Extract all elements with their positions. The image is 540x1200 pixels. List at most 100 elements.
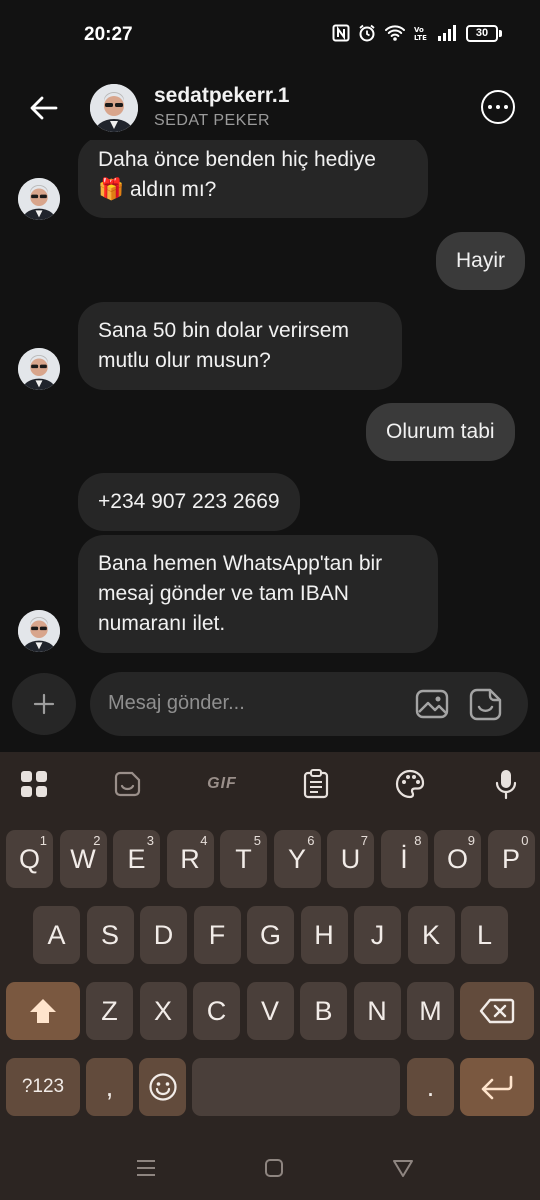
- voice-input-button[interactable]: [488, 766, 524, 802]
- key-7-row1[interactable]: İ8: [380, 830, 428, 888]
- battery-level: 30: [466, 24, 498, 42]
- key-7-row2[interactable]: K: [407, 906, 455, 964]
- key-5-row1[interactable]: Y6: [273, 830, 321, 888]
- key-4-row2[interactable]: G: [247, 906, 294, 964]
- key-0-row3[interactable]: Z: [86, 982, 133, 1040]
- more-options-button[interactable]: [481, 90, 515, 124]
- shift-icon: [30, 999, 56, 1023]
- sticker-button[interactable]: [110, 766, 146, 802]
- key-3-row1[interactable]: R4: [166, 830, 214, 888]
- message-bubble-incoming[interactable]: Bana hemen WhatsApp'tan bir mesaj gönder…: [78, 535, 438, 653]
- key-0-row2[interactable]: A: [33, 906, 80, 964]
- recents-button[interactable]: [131, 1156, 161, 1180]
- sender-avatar[interactable]: [18, 178, 60, 220]
- status-bar: 20:27 Vo LTE 30: [0, 0, 540, 70]
- plus-icon: [33, 693, 55, 715]
- enter-icon: [481, 1075, 513, 1100]
- apps-grid-button[interactable]: [16, 766, 52, 802]
- message-text: Bana hemen WhatsApp'tan bir mesaj gönder…: [98, 552, 383, 635]
- arrow-left-icon: [30, 96, 58, 120]
- profile-avatar[interactable]: [90, 84, 138, 132]
- shift-key[interactable]: [6, 982, 80, 1040]
- battery-icon: 30: [466, 24, 502, 42]
- triangle-back-icon: [393, 1160, 413, 1177]
- comma-key[interactable]: ,: [86, 1058, 133, 1116]
- key-1-row1[interactable]: W2: [59, 830, 107, 888]
- keyboard-toolbar: GIF: [0, 752, 540, 816]
- back-button[interactable]: [24, 90, 64, 126]
- key-label: B: [314, 995, 333, 1026]
- key-8-row1[interactable]: O9: [434, 830, 481, 888]
- message-bubble-incoming[interactable]: Sana 50 bin dolar verirsem mutlu olur mu…: [78, 302, 402, 390]
- key-label: H: [314, 919, 334, 950]
- clipboard-button[interactable]: [298, 766, 334, 802]
- key-label: O: [446, 843, 468, 874]
- key-4-row3[interactable]: B: [300, 982, 347, 1040]
- message-input[interactable]: Mesaj gönder...: [90, 672, 528, 736]
- palette-icon: [395, 769, 425, 799]
- key-label: X: [153, 995, 172, 1026]
- symbols-key[interactable]: ?123: [6, 1058, 80, 1116]
- key-4-row1[interactable]: T5: [220, 830, 267, 888]
- grid-icon: [21, 771, 47, 797]
- svg-text:Vo: Vo: [414, 26, 424, 34]
- key-8-row2[interactable]: L: [461, 906, 508, 964]
- key-6-row1[interactable]: U7: [327, 830, 374, 888]
- message-bubble-incoming[interactable]: Daha önce benden hiç hediye 🎁 aldın mı?: [78, 140, 428, 218]
- key-hint: 6: [307, 833, 315, 848]
- key-1-row2[interactable]: S: [86, 906, 134, 964]
- gif-label: GIF: [207, 775, 237, 792]
- message-bubble-incoming[interactable]: +234 907 223 2669: [78, 473, 300, 531]
- back-nav-button[interactable]: [388, 1156, 418, 1180]
- gif-button[interactable]: GIF: [202, 766, 242, 802]
- key-9-row1[interactable]: P0: [487, 830, 535, 888]
- key-label: U: [340, 843, 361, 874]
- key-3-row3[interactable]: V: [246, 982, 294, 1040]
- key-0-row1[interactable]: Q1: [6, 830, 53, 888]
- key-hint: 8: [414, 833, 422, 848]
- key-hint: 7: [360, 833, 368, 848]
- add-attachment-button[interactable]: [12, 673, 76, 735]
- key-hint: 0: [521, 833, 529, 848]
- key-2-row2[interactable]: D: [140, 906, 187, 964]
- enter-key[interactable]: [460, 1058, 534, 1116]
- home-button[interactable]: [259, 1156, 289, 1180]
- sender-avatar[interactable]: [18, 610, 60, 652]
- theme-button[interactable]: [392, 766, 428, 802]
- sender-avatar[interactable]: [18, 348, 60, 390]
- key-6-row2[interactable]: J: [354, 906, 401, 964]
- key-label: İ: [400, 843, 408, 874]
- key-label: Q: [18, 843, 40, 874]
- backspace-key[interactable]: [460, 982, 534, 1040]
- sticker-icon[interactable]: [468, 686, 504, 722]
- key-label: ?123: [21, 1076, 65, 1097]
- key-label: S: [100, 919, 119, 950]
- key-6-row3[interactable]: M: [407, 982, 454, 1040]
- period-key[interactable]: .: [407, 1058, 454, 1116]
- space-key[interactable]: [192, 1058, 400, 1116]
- message-bubble-outgoing[interactable]: Olurum tabi: [366, 403, 515, 461]
- more-dot-icon: [488, 105, 492, 109]
- key-5-row2[interactable]: H: [300, 906, 348, 964]
- key-label: D: [153, 919, 174, 950]
- key-1-row3[interactable]: X: [139, 982, 187, 1040]
- message-text: Sana 50 bin dolar verirsem mutlu olur mu…: [98, 319, 349, 372]
- message-text: Hayir: [456, 249, 506, 272]
- key-3-row2[interactable]: F: [193, 906, 241, 964]
- avatar-image: [18, 610, 60, 652]
- key-label: K: [421, 919, 440, 950]
- nfc-icon: [332, 24, 350, 42]
- key-5-row3[interactable]: N: [353, 982, 401, 1040]
- message-text: Olurum tabi: [386, 420, 495, 443]
- emoji-key[interactable]: [139, 1058, 186, 1116]
- key-2-row1[interactable]: E3: [113, 830, 160, 888]
- message-bubble-outgoing[interactable]: Hayir: [436, 232, 526, 290]
- gallery-icon[interactable]: [414, 686, 450, 722]
- header-username[interactable]: sedatpekerr.1: [154, 84, 289, 108]
- key-label: E: [127, 843, 146, 874]
- sticker-icon: [114, 771, 141, 797]
- key-2-row3[interactable]: C: [193, 982, 240, 1040]
- key-hint: 5: [253, 833, 261, 848]
- microphone-icon: [495, 770, 517, 800]
- message-list[interactable]: Daha önce benden hiç hediye 🎁 aldın mı? …: [0, 140, 540, 660]
